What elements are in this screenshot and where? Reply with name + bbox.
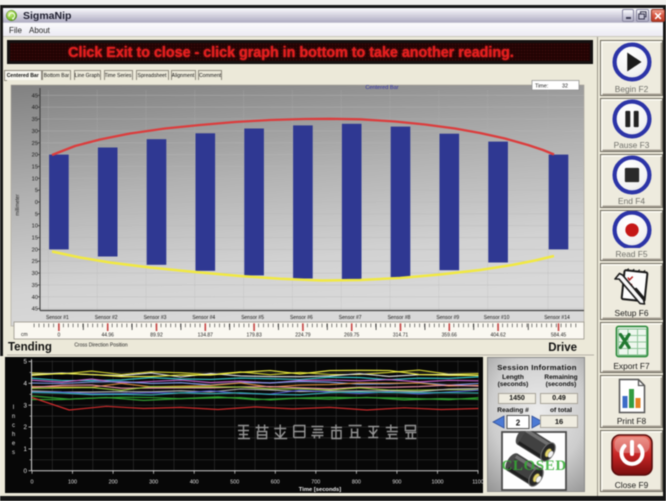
svg-text:Time:: Time: (535, 84, 548, 90)
svg-text:5: 5 (35, 212, 38, 218)
svg-text:Sensor #14: Sensor #14 (544, 315, 570, 321)
svg-text:314.71: 314.71 (393, 333, 409, 339)
svg-text:0: 0 (31, 480, 34, 486)
svg-text:584.45: 584.45 (551, 333, 567, 339)
svg-text:cm: cm (21, 332, 28, 338)
svg-text:Sensor #5: Sensor #5 (241, 315, 264, 321)
svg-text:Sensor #1: Sensor #1 (46, 315, 69, 321)
svg-text:600: 600 (271, 480, 280, 486)
svg-text:c: c (12, 423, 15, 429)
svg-text:10: 10 (32, 224, 38, 230)
svg-text:44.96: 44.96 (101, 333, 114, 339)
svg-text:10: 10 (32, 176, 38, 182)
svg-text:4: 4 (24, 381, 28, 388)
svg-text:179.83: 179.83 (246, 333, 262, 339)
svg-text:2: 2 (24, 424, 28, 431)
svg-text:20: 20 (32, 153, 38, 159)
svg-text:h: h (12, 432, 15, 438)
svg-text:1100: 1100 (472, 480, 484, 486)
svg-text:25: 25 (32, 259, 38, 265)
svg-text:Sensor #8: Sensor #8 (388, 315, 411, 321)
svg-text:134.87: 134.87 (198, 333, 214, 339)
svg-text:millimeter: millimeter (15, 194, 21, 216)
svg-text:s: s (12, 450, 15, 456)
svg-text:25: 25 (32, 141, 38, 147)
svg-text:5: 5 (24, 359, 28, 366)
svg-text:200: 200 (109, 480, 118, 486)
svg-text:1: 1 (24, 446, 28, 453)
svg-text:89.92: 89.92 (150, 333, 163, 339)
svg-text:500: 500 (230, 480, 239, 486)
svg-text:359.66: 359.66 (442, 333, 458, 339)
svg-text:40: 40 (32, 105, 38, 111)
svg-text:3: 3 (24, 402, 28, 409)
svg-text:Sensor #4: Sensor #4 (192, 315, 215, 321)
svg-text:n: n (12, 414, 15, 420)
svg-text:404.62: 404.62 (490, 333, 506, 339)
svg-text:20: 20 (32, 247, 38, 253)
svg-text:Sensor #2: Sensor #2 (95, 315, 118, 321)
svg-text:Sensor #3: Sensor #3 (144, 315, 167, 321)
svg-text:32: 32 (562, 84, 568, 90)
svg-text:Time [seconds]: Time [seconds] (299, 487, 341, 493)
svg-text:700: 700 (311, 480, 320, 486)
svg-text:Sensor #10: Sensor #10 (484, 315, 510, 321)
svg-text:300: 300 (149, 480, 158, 486)
svg-text:1000: 1000 (432, 480, 444, 486)
svg-text:45: 45 (32, 307, 38, 313)
svg-text:0: 0 (58, 333, 61, 339)
svg-text:30: 30 (32, 129, 38, 135)
svg-text:Sensor #6: Sensor #6 (290, 315, 313, 321)
svg-text:35: 35 (32, 283, 38, 289)
svg-text:Drive: Drive (548, 342, 577, 354)
svg-text:35: 35 (32, 117, 38, 123)
svg-text:2: 2 (516, 419, 521, 428)
svg-text:Sensor #9: Sensor #9 (436, 315, 459, 321)
svg-text:Cross Direction Position: Cross Direction Position (74, 343, 128, 349)
svg-text:900: 900 (392, 480, 401, 486)
svg-text:30: 30 (32, 271, 38, 277)
svg-text:Sensor #7: Sensor #7 (339, 315, 362, 321)
svg-text:Centered Bar: Centered Bar (365, 85, 398, 91)
svg-text:400: 400 (190, 480, 199, 486)
svg-text:15: 15 (32, 164, 38, 170)
svg-text:0: 0 (35, 200, 38, 206)
svg-text:Tending: Tending (8, 342, 52, 354)
svg-text:800: 800 (352, 480, 361, 486)
svg-text:40: 40 (32, 295, 38, 301)
svg-text:269.75: 269.75 (344, 333, 360, 339)
svg-text:5: 5 (35, 188, 38, 194)
svg-text:100: 100 (68, 480, 77, 486)
svg-text:0: 0 (24, 468, 28, 475)
svg-text:45: 45 (32, 93, 38, 99)
svg-text:CLOSED: CLOSED (502, 458, 567, 474)
svg-text:224.79: 224.79 (295, 333, 311, 339)
svg-text:15: 15 (32, 236, 38, 242)
